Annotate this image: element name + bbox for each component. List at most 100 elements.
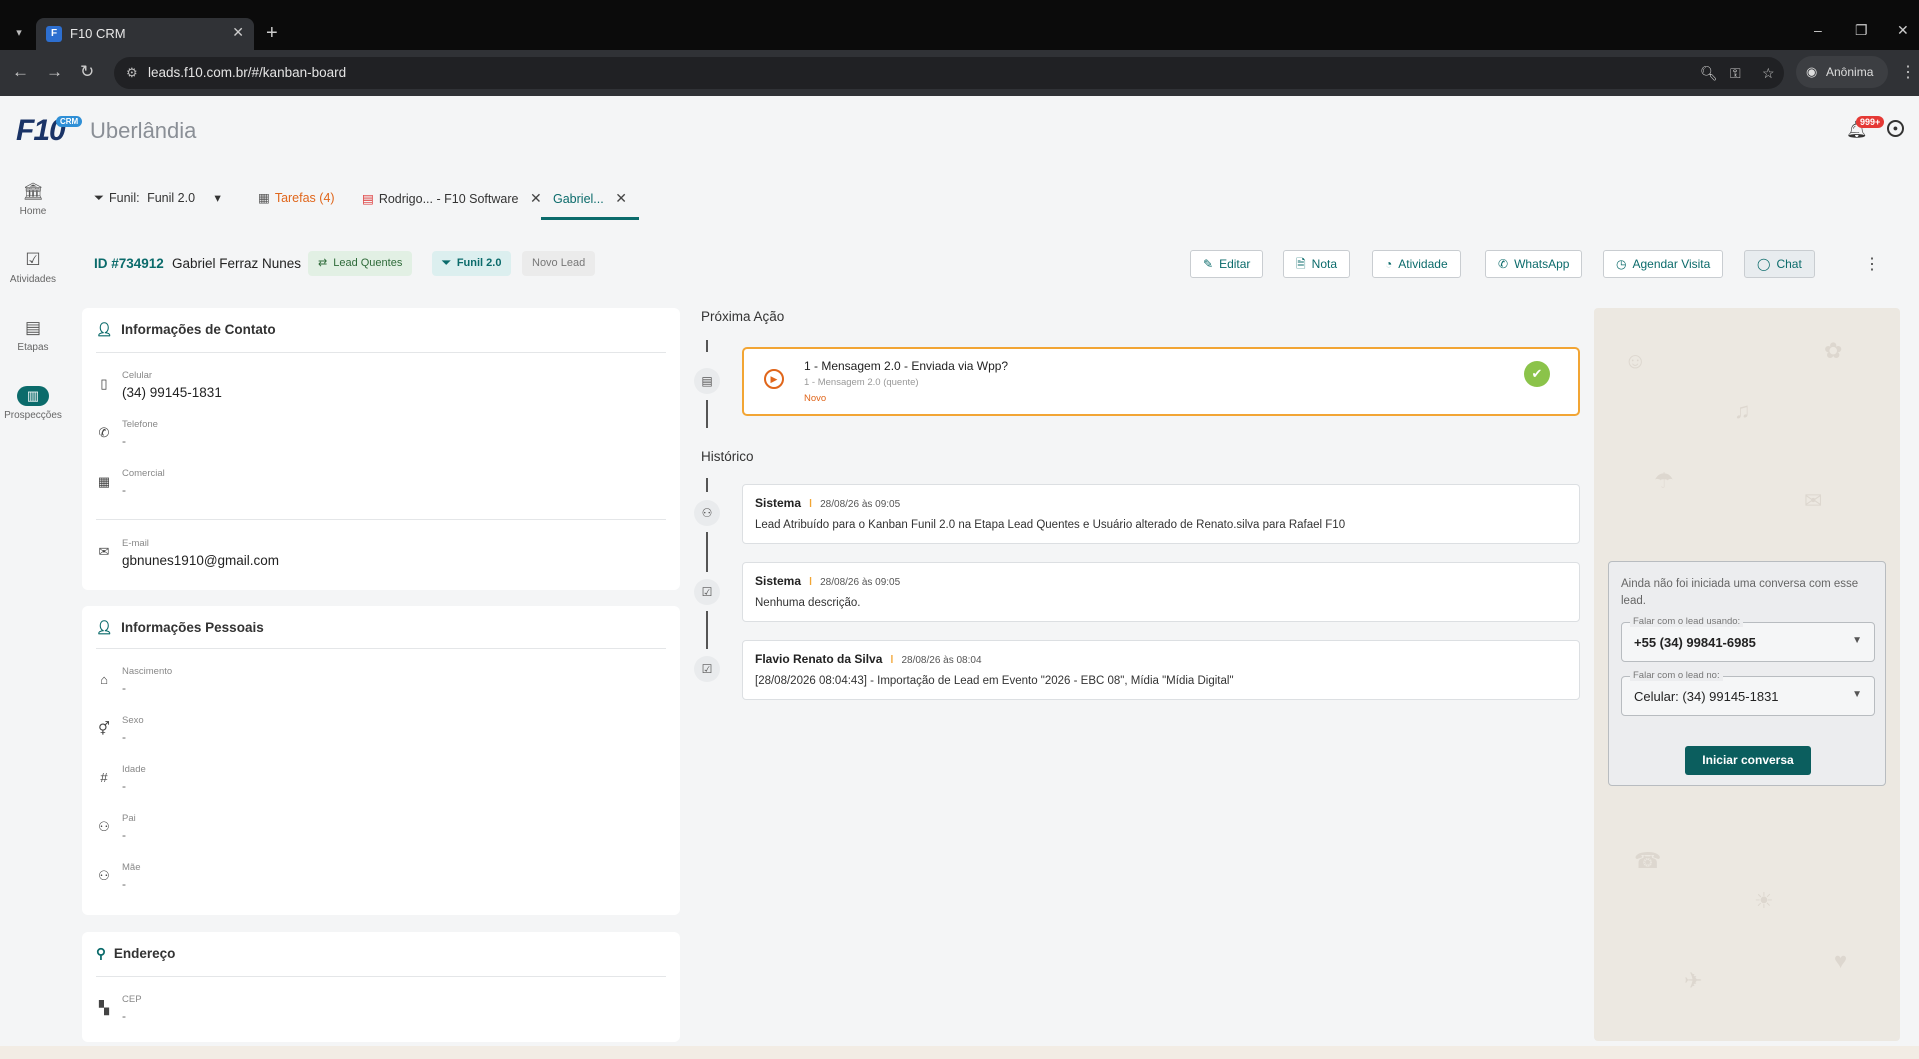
nav-item-atividades[interactable]: ☑ Atividades — [0, 250, 66, 285]
close-icon[interactable]: ✕ — [615, 190, 627, 206]
restore-button[interactable]: ❐ — [1855, 22, 1868, 39]
close-icon[interactable]: ✕ — [530, 190, 542, 206]
chat-button[interactable]: ◯ Chat — [1744, 250, 1815, 278]
next-action-status: Novo — [804, 393, 827, 404]
stage-chip[interactable]: ⇄ Lead Quentes — [308, 251, 413, 276]
doodle-icon: ♫ — [1734, 398, 1751, 423]
divider — [96, 648, 666, 649]
message-icon: ▤ — [694, 368, 720, 394]
browser-tab[interactable]: F F10 CRM ✕ — [36, 18, 254, 50]
workspace-tabs: ⏷ Funil: Funil 2.0 ▾ ▦ Tarefas (4) ▤ Rodrig… — [82, 176, 1902, 220]
schedule-visit-button[interactable]: ◷ Agendar Visita — [1603, 250, 1724, 278]
email-icon: ✉ — [98, 544, 110, 559]
back-button[interactable]: ← — [12, 62, 29, 82]
field-label: Sexo — [122, 715, 144, 726]
chip-label: Lead Quentes — [333, 257, 403, 269]
user-assign-icon: ⚇ — [694, 500, 720, 526]
select-label: Falar com o lead usando: — [1630, 616, 1744, 627]
chat-panel: ☺ ♫ ✿ ☂ ✉ ☎ ☀ ♥ ✈ Ainda não foi iniciada… — [1594, 308, 1900, 1041]
next-action-card[interactable]: ▶ 1 - Mensagem 2.0 - Enviada via Wpp? 1 … — [742, 347, 1580, 416]
select-value: Celular: (34) 99145-1831 — [1634, 689, 1779, 704]
field-label: E-mail — [122, 538, 149, 549]
play-icon[interactable]: ▶ — [764, 369, 784, 389]
note-button[interactable]: 🗎 Nota — [1283, 250, 1351, 278]
nav-label: Home — [19, 206, 47, 217]
edit-square-icon: ☑ — [694, 579, 720, 605]
card-title-text: Informações Pessoais — [121, 620, 264, 635]
funnel-chip[interactable]: ⏷ Funil 2.0 — [432, 251, 512, 276]
activity-button[interactable]: ◔ Atividade — [1372, 250, 1461, 278]
bottom-strip — [0, 1046, 1919, 1059]
next-action-item-sub: 1 - Mensagem 2.0 (quente) — [804, 377, 919, 388]
edit-button[interactable]: ✎ Editar — [1190, 250, 1264, 278]
field-value: - — [122, 434, 126, 448]
browser-tabstrip: ▾ F F10 CRM ✕ + – ❐ ✕ — [0, 0, 1919, 50]
bolt-icon: ǀ — [809, 498, 813, 510]
tab-search-button[interactable]: ▾ — [8, 22, 30, 44]
phone-icon: ✆ — [1498, 257, 1509, 271]
address-bar[interactable]: ⚙ leads.f10.com.br/#/kanban-board 🔍︎ ⚿ ☆ — [114, 57, 1784, 89]
field-value: (34) 99145-1831 — [122, 385, 222, 400]
star-icon[interactable]: ☆ — [1762, 65, 1775, 82]
incognito-key-icon[interactable]: ⚿ — [1730, 65, 1741, 82]
new-tab-button[interactable]: + — [266, 22, 278, 44]
bolt-icon: ǀ — [890, 654, 894, 666]
site-settings-icon[interactable]: ⚙ — [126, 65, 138, 81]
clock-icon: ◷ — [1616, 257, 1627, 271]
person-filled-icon: 👤︎ — [96, 620, 114, 635]
button-label: Agendar Visita — [1632, 257, 1711, 271]
nav-item-home[interactable]: 🏛︎ Home — [0, 182, 66, 217]
hash-icon: # — [100, 770, 108, 785]
zoom-icon[interactable]: 🔍︎ — [1700, 65, 1718, 82]
button-label: Nota — [1311, 257, 1338, 271]
family-icon: ⚇ — [98, 819, 110, 834]
gender-icon: ⚥ — [98, 721, 110, 736]
nav-label: Etapas — [17, 342, 49, 353]
whatsapp-button[interactable]: ✆ WhatsApp — [1485, 250, 1583, 278]
bank-icon: 🏛︎ — [22, 182, 44, 201]
funnel-selector[interactable]: ⏷ Funil: Funil 2.0 ▾ — [94, 176, 221, 220]
tab-gabriel[interactable]: Gabriel... ✕ — [541, 176, 639, 220]
window-close-button[interactable]: ✕ — [1897, 22, 1909, 39]
more-options-icon[interactable]: ⋮ — [1864, 254, 1880, 274]
tab-label: Rodrigo... - F10 Software — [378, 192, 519, 206]
tab-tarefas[interactable]: ▦ Tarefas (4) — [258, 176, 335, 220]
from-number-select[interactable]: Falar com o lead usando: +55 (34) 99841-… — [1621, 616, 1875, 662]
tab-label: Gabriel... — [553, 192, 604, 206]
field-value: - — [122, 877, 126, 891]
history-header: Sistema ǀ 28/08/26 às 09:05 — [755, 496, 900, 510]
check-icon[interactable]: ✔ — [1524, 361, 1550, 387]
url-text[interactable]: leads.f10.com.br/#/kanban-board — [148, 65, 346, 80]
nav-item-etapas[interactable]: ▤ Etapas — [0, 318, 66, 353]
funnel-value: Funil 2.0 — [147, 191, 196, 205]
personal-info-card: 👤︎ Informações Pessoais ⌂ Nascimento - ⚥ … — [82, 606, 680, 915]
telephone-icon: ✆ — [98, 425, 110, 440]
close-icon[interactable]: ✕ — [232, 24, 244, 41]
start-chat-button[interactable]: Iniciar conversa — [1685, 746, 1811, 775]
history-item: Sistema ǀ 28/08/26 às 09:05 Nenhuma descri… — [742, 562, 1580, 622]
reload-button[interactable]: ↻ — [80, 62, 94, 82]
doodle-icon: ☎ — [1634, 848, 1662, 873]
user-account-icon[interactable]: ● — [1887, 120, 1904, 137]
field-value: - — [122, 483, 126, 497]
forward-button[interactable]: → — [46, 62, 63, 82]
minimize-button[interactable]: – — [1814, 22, 1822, 38]
columns-icon: ▥ — [17, 386, 49, 406]
divider — [96, 519, 666, 520]
nav-item-prospeccoes[interactable]: ▥ Prospecções — [0, 386, 66, 421]
tab-label: Tarefas (4) — [274, 191, 335, 205]
timeline-line — [706, 340, 708, 352]
to-number-select[interactable]: Falar com o lead no: Celular: (34) 99145… — [1621, 670, 1875, 716]
field-label: Nascimento — [122, 666, 173, 677]
history-time: 28/08/26 às 09:05 — [820, 499, 901, 510]
tab-rodrigo[interactable]: ▤ Rodrigo... - F10 Software ✕ — [362, 176, 542, 220]
timeline-line — [706, 400, 708, 428]
profile-button[interactable]: ◉ Anônima — [1796, 56, 1888, 88]
card-title: 👤︎ Informações Pessoais — [96, 620, 264, 636]
doodle-icon: ♥ — [1834, 948, 1848, 973]
chat-empty-message: Ainda não foi iniciada uma conversa com … — [1621, 578, 1859, 607]
logo-badge: CRM — [56, 116, 83, 127]
timeline-line — [706, 611, 708, 649]
doodle-icon: ✉ — [1804, 488, 1823, 513]
browser-menu-icon[interactable]: ⋮ — [1900, 62, 1916, 82]
